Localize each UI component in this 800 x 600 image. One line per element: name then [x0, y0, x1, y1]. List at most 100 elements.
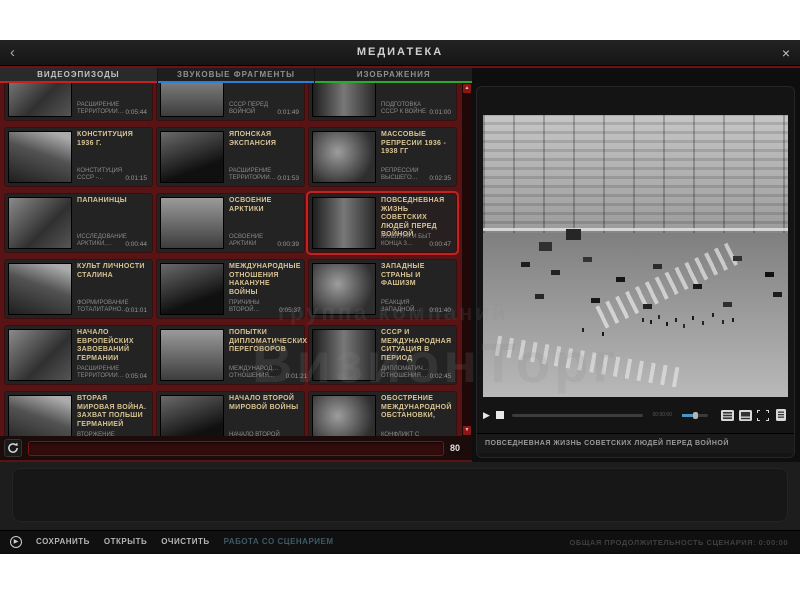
library-item[interactable]: СССР И МЕЖДУНАРОДНАЯ СИТУАЦИЯ В ПЕРИОД ДИ… [308, 325, 457, 385]
item-duration: 0:05:37 [279, 307, 301, 314]
item-title: СССР И МЕЖДУНАРОДНАЯ СИТУАЦИЯ В ПЕРИОД [381, 329, 451, 363]
video-thumbnail [8, 395, 72, 436]
tab-images[interactable]: ИЗОБРАЖЕНИЯ [315, 68, 472, 83]
selected-item-caption: ПОВСЕДНЕВНАЯ ЖИЗНЬ СОВЕТСКИХ ЛЮДЕЙ ПЕРЕД… [477, 433, 794, 453]
video-thumbnail [312, 395, 376, 436]
open-button[interactable]: ОТКРЫТЬ [104, 537, 147, 546]
item-duration: 0:01:49 [277, 109, 299, 116]
video-grid: РАСШИРЕНИЕ ТЕРРИТОРИИ…0:05:44 СССР ПЕРЕД … [4, 83, 460, 436]
item-title: ЯПОНСКАЯ ЭКСПАНСИЯ [229, 131, 299, 148]
item-subtitle: ДИПЛОМАТИЧ… ОТНОШЕНИЯ… [381, 366, 437, 380]
close-icon[interactable]: × [782, 44, 790, 62]
library-item[interactable]: ПОВСЕДНЕВНАЯ ЖИЗНЬ СОВЕТСКИХ ЛЮДЕЙ ПЕРЕД… [308, 193, 457, 253]
video-thumbnail [8, 83, 72, 117]
playlist-icon[interactable] [720, 409, 734, 421]
library-item[interactable]: ОБОСТРЕНИЕ МЕЖДУНАРОДНОЙ ОБСТАНОВКИ,КОНФ… [308, 391, 457, 436]
item-title: МЕЖДУНАРОДНЫЕ ОТНОШЕНИЯ НАКАНУНЕ ВОЙНЫ [229, 263, 301, 297]
scenario-mode-link[interactable]: РАБОТА СО СЦЕНАРИЕМ [224, 537, 334, 546]
item-title: ПОПЫТКИ ДИПЛОМАТИЧЕСКИХ ПЕРЕГОВОРОВ [229, 329, 307, 355]
player-icon-group [720, 409, 788, 421]
clear-button[interactable]: ОЧИСТИТЬ [161, 537, 209, 546]
item-meta: ВТОРАЯ МИРОВАЯ ВОЙНА. ЗАХВАТ ПОЛЬШИ ГЕРМ… [72, 395, 149, 436]
tab-videos[interactable]: ВИДЕОЭПИЗОДЫ [0, 68, 157, 83]
video-thumbnail [8, 263, 72, 315]
video-thumbnail [160, 83, 224, 117]
item-duration: 0:01:00 [429, 109, 451, 116]
item-meta: МЕЖДУНАРОДНЫЕ ОТНОШЕНИЯ НАКАНУНЕ ВОЙНЫПР… [224, 263, 303, 315]
tab-label: ЗВУКОВЫЕ ФРАГМЕНТЫ [158, 68, 315, 81]
photo-roofline [483, 228, 788, 231]
item-meta: ПОВСЕДНЕВНАЯ ЖИЗНЬ СОВЕТСКИХ ЛЮДЕЙ ПЕРЕД… [376, 197, 453, 249]
item-duration: 0:01:21 [286, 373, 308, 380]
filter-input[interactable] [28, 441, 444, 456]
scroll-down-icon[interactable]: ▼ [463, 426, 471, 435]
page: ‹ МЕДИАТЕКА × ВИДЕОЭПИЗОДЫ ЗВУКОВЫЕ ФРАГ… [0, 0, 800, 600]
video-thumbnail [312, 83, 376, 117]
video-thumbnail [312, 131, 376, 183]
library-item[interactable]: МАССОВЫЕ РЕПРЕСИИ 1936 - 1938 ГГРЕПРЕССИ… [308, 127, 457, 187]
library-item[interactable]: ЗАПАДНЫЕ СТРАНЫ И ФАШИЗМРЕАКЦИЯ ЗАПАДНОЙ… [308, 259, 457, 319]
play-icon[interactable]: ▶ [483, 410, 490, 420]
scenario-tray[interactable] [12, 468, 788, 522]
video-player: ▶ 00:00:00 [476, 86, 795, 458]
volume-slider[interactable] [682, 414, 708, 417]
video-thumbnail [160, 263, 224, 315]
grid-scrollbar[interactable]: ▲ ▼ [462, 83, 472, 436]
tab-sounds[interactable]: ЗВУКОВЫЕ ФРАГМЕНТЫ [158, 68, 315, 83]
stop-icon[interactable] [496, 411, 504, 419]
library-item[interactable]: МЕЖДУНАРОДНЫЕ ОТНОШЕНИЯ НАКАНУНЕ ВОЙНЫПР… [156, 259, 305, 319]
item-title: КУЛЬТ ЛИЧНОСТИ СТАЛИНА [77, 263, 147, 280]
total-duration-label: ОБЩАЯ ПРОДОЛЖИТЕЛЬНОСТЬ СЦЕНАРИЯ: [570, 538, 757, 547]
library-item[interactable]: КОНСТИТУЦИЯ 1936 Г.КОНСТИТУЦИЯ СССР -…0:… [4, 127, 153, 187]
video-thumbnail [312, 197, 376, 249]
item-meta: РАСШИРЕНИЕ ТЕРРИТОРИИ…0:05:44 [72, 83, 149, 117]
video-thumbnail [160, 197, 224, 249]
tab-label: ИЗОБРАЖЕНИЯ [315, 68, 472, 81]
fullscreen-icon[interactable] [756, 409, 770, 421]
item-meta: НАЧАЛО ВТОРОЙ МИРОВОЙ ВОЙНЫНАЧАЛО ВТОРОЙ… [224, 395, 301, 436]
scenario-play-icon[interactable]: ▶ [10, 536, 22, 548]
item-meta: ПОПЫТКИ ДИПЛОМАТИЧЕСКИХ ПЕРЕГОВОРОВМЕЖДУ… [224, 329, 309, 381]
item-duration: 0:05:04 [125, 373, 147, 380]
item-title: НАЧАЛО ВТОРОЙ МИРОВОЙ ВОЙНЫ [229, 395, 299, 412]
item-meta: ПОДГОТОВКА СССР К ВОЙНЕ0:01:00 [376, 83, 453, 117]
item-meta: СССР И МЕЖДУНАРОДНАЯ СИТУАЦИЯ В ПЕРИОД ДИ… [376, 329, 453, 381]
item-meta: СССР ПЕРЕД ВОЙНОЙ0:01:49 [224, 83, 301, 117]
video-thumbnail [312, 329, 376, 381]
main-content: ВИДЕОЭПИЗОДЫ ЗВУКОВЫЕ ФРАГМЕНТЫ ИЗОБРАЖЕ… [0, 68, 800, 462]
library-item[interactable]: ПОПЫТКИ ДИПЛОМАТИЧЕСКИХ ПЕРЕГОВОРОВМЕЖДУ… [156, 325, 305, 385]
item-title: ОБОСТРЕНИЕ МЕЖДУНАРОДНОЙ ОБСТАНОВКИ, [381, 395, 452, 421]
item-title: ОСВОЕНИЕ АРКТИКИ [229, 197, 299, 214]
scenario-strip [0, 462, 800, 530]
storyboard-icon[interactable] [738, 409, 752, 421]
title-bar: ‹ МЕДИАТЕКА × [0, 40, 800, 66]
volume-knob[interactable] [693, 412, 698, 419]
refresh-button[interactable] [4, 439, 22, 457]
item-meta: КУЛЬТ ЛИЧНОСТИ СТАЛИНАФОРМИРОВАНИЕ ТОТАЛ… [72, 263, 149, 315]
item-duration: 0:05:44 [125, 109, 147, 116]
library-item[interactable]: ВТОРАЯ МИРОВАЯ ВОЙНА. ЗАХВАТ ПОЛЬШИ ГЕРМ… [4, 391, 153, 436]
item-duration: 0:01:01 [125, 307, 147, 314]
library-item[interactable]: ПАПАНИНЦЫИССЛЕДОВАНИЕ АРКТИКИ,…0:00:44 [4, 193, 153, 253]
item-meta: КОНСТИТУЦИЯ 1936 Г.КОНСТИТУЦИЯ СССР -…0:… [72, 131, 149, 183]
item-title: ЗАПАДНЫЕ СТРАНЫ И ФАШИЗМ [381, 263, 451, 289]
photo-people [642, 318, 644, 322]
total-duration-value: 0:00:00 [759, 538, 788, 547]
library-item[interactable]: КУЛЬТ ЛИЧНОСТИ СТАЛИНАФОРМИРОВАНИЕ ТОТАЛ… [4, 259, 153, 319]
library-item[interactable]: ПОДГОТОВКА СССР К ВОЙНЕ0:01:00 [308, 83, 457, 121]
seek-slider[interactable] [512, 414, 643, 417]
library-item[interactable]: РАСШИРЕНИЕ ТЕРРИТОРИИ…0:05:44 [4, 83, 153, 121]
preview-panel: ▶ 00:00:00 [472, 68, 800, 462]
library-item[interactable]: НАЧАЛО ВТОРОЙ МИРОВОЙ ВОЙНЫНАЧАЛО ВТОРОЙ… [156, 391, 305, 436]
scroll-up-icon[interactable]: ▲ [463, 84, 471, 93]
library-item[interactable]: ОСВОЕНИЕ АРКТИКИОСВОЕНИЕ АРКТИКИ0:00:39 [156, 193, 305, 253]
video-frame [483, 115, 788, 397]
library-item[interactable]: ЯПОНСКАЯ ЭКСПАНСИЯРАСШИРЕНИЕ ТЕРРИТОРИИ…… [156, 127, 305, 187]
notes-icon[interactable] [774, 409, 788, 421]
library-item[interactable]: НАЧАЛО ЕВРОПЕЙСКИХ ЗАВОЕВАНИЙ ГЕРМАНИИРА… [4, 325, 153, 385]
save-button[interactable]: СОХРАНИТЬ [36, 537, 90, 546]
mediateka-window: ‹ МЕДИАТЕКА × ВИДЕОЭПИЗОДЫ ЗВУКОВЫЕ ФРАГ… [0, 40, 800, 554]
library-item[interactable]: СССР ПЕРЕД ВОЙНОЙ0:01:49 [156, 83, 305, 121]
item-meta: НАЧАЛО ЕВРОПЕЙСКИХ ЗАВОЕВАНИЙ ГЕРМАНИИРА… [72, 329, 149, 381]
video-thumbnail [160, 395, 224, 436]
